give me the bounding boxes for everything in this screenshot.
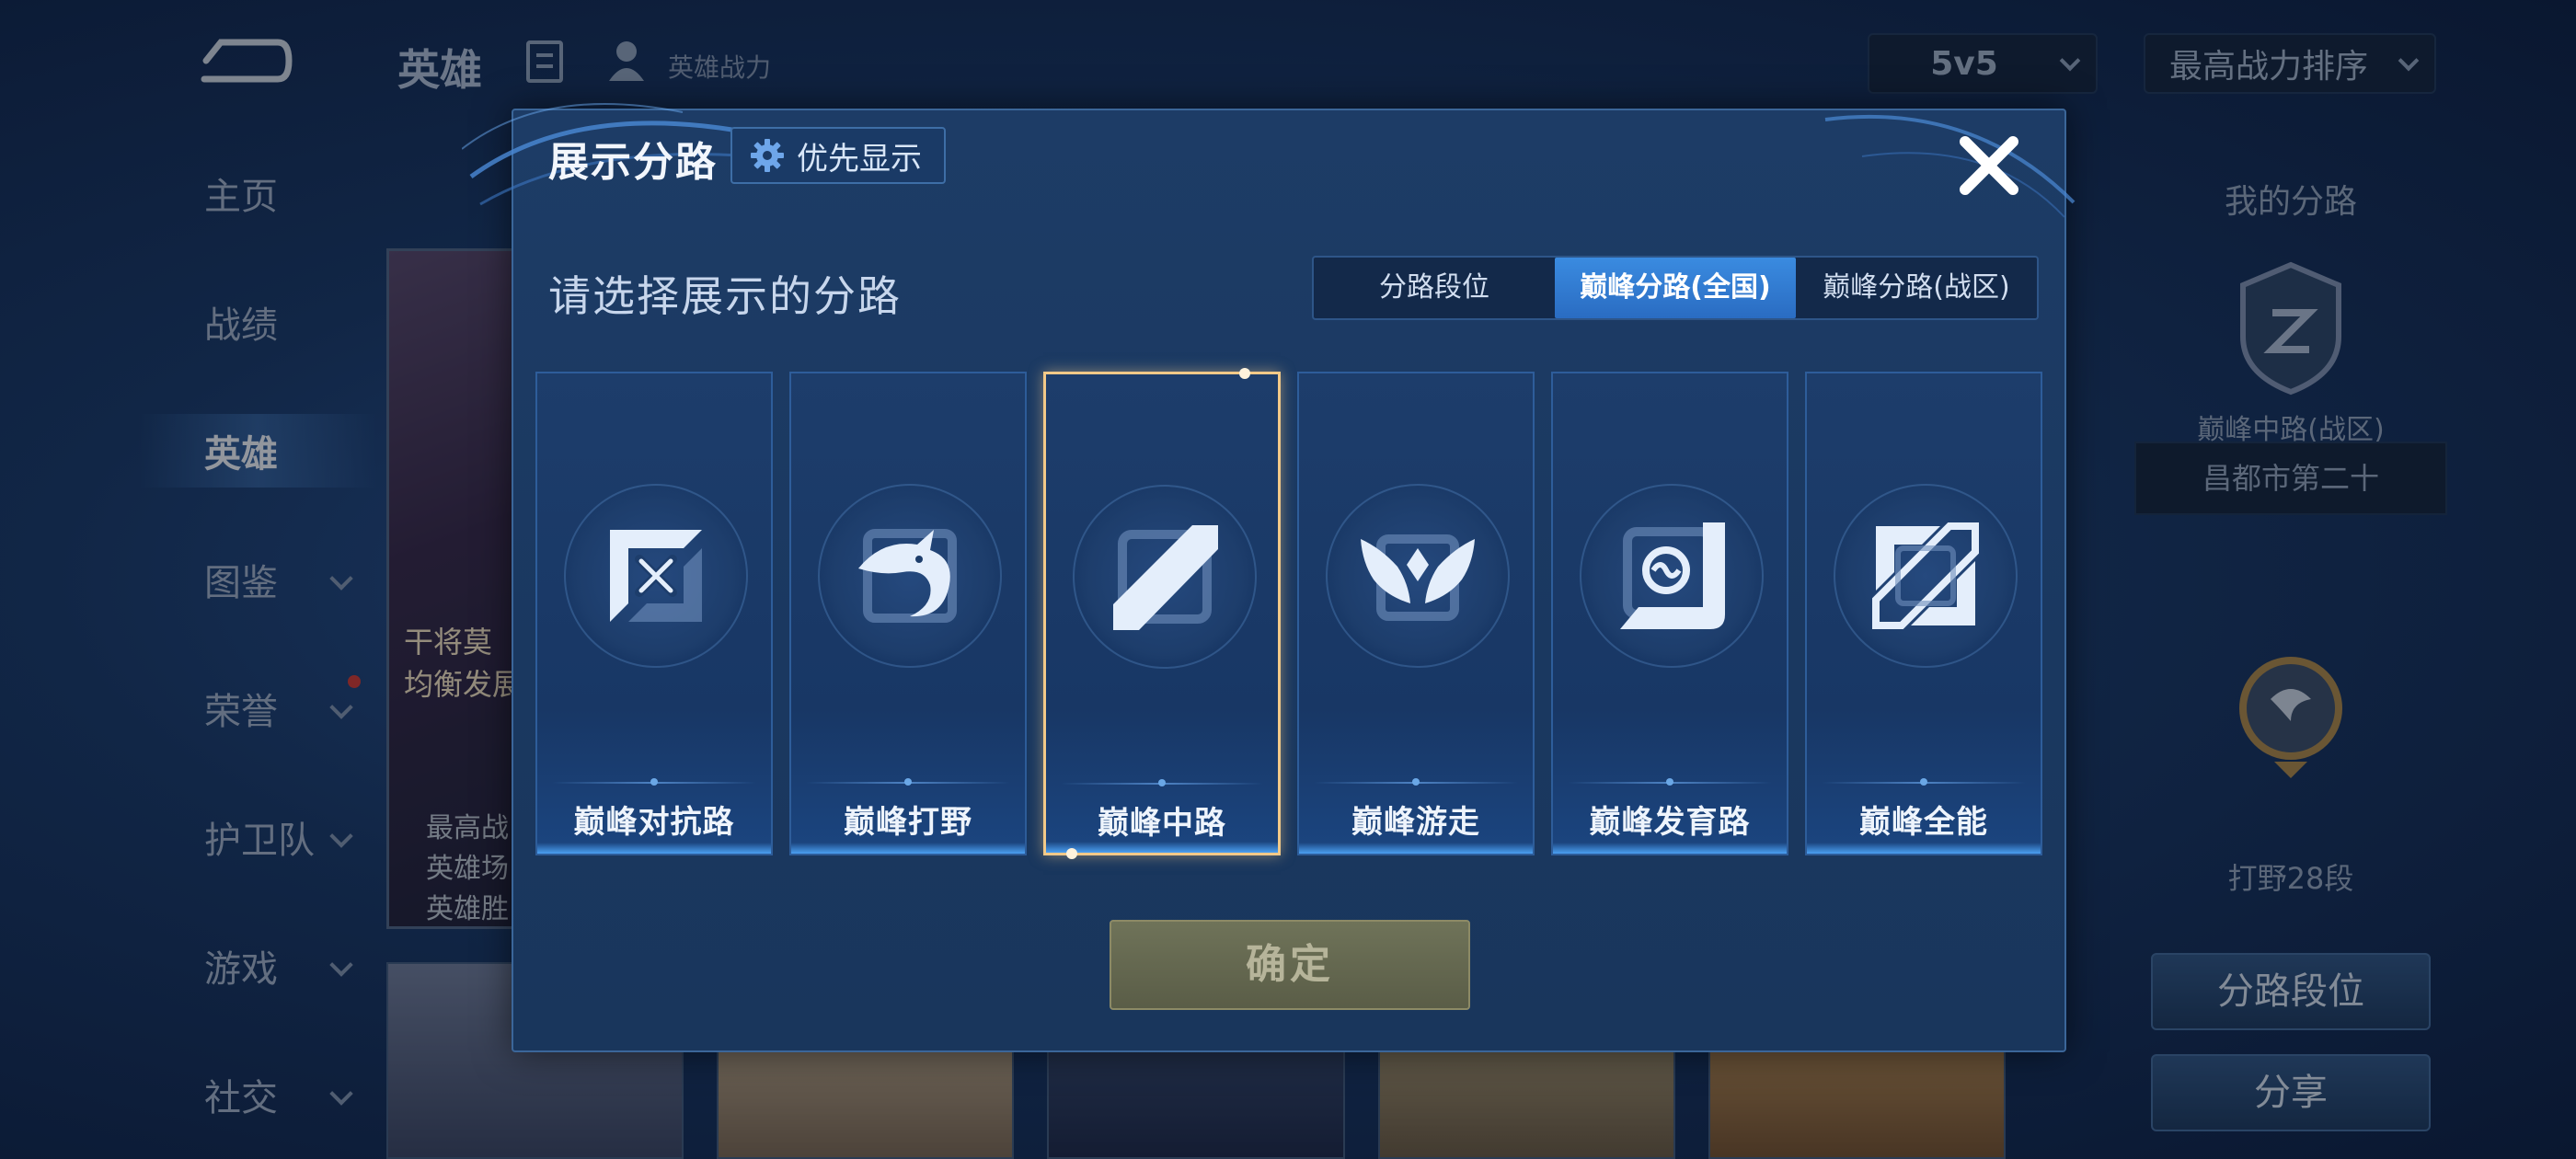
my-lane-region: 昌都市第二十: [2134, 442, 2447, 515]
wings-icon: [1361, 534, 1475, 621]
lane-option-roam[interactable]: 巅峰游走: [1297, 372, 1535, 855]
dragon-icon: [858, 529, 957, 623]
lane-options: 巅峰对抗路 巅峰打野 巅峰中路 巅峰游走 巅峰发育路 巅峰全能: [535, 368, 2044, 859]
chevron-down-icon: [2398, 50, 2420, 72]
chevron-down-icon: [329, 824, 353, 848]
hero-stat: 最高战: [426, 812, 509, 844]
chevron-down-icon: [329, 695, 353, 719]
tab-peak-lane-region[interactable]: 巅峰分路(战区): [1796, 258, 2037, 318]
page-title: 英雄: [397, 45, 482, 95]
chevron-down-icon: [329, 1082, 353, 1106]
sidebar-item-label: 护卫队: [204, 820, 315, 862]
lane-glow: [1553, 843, 1787, 854]
sidebar-item-guard-team[interactable]: 护卫队: [138, 800, 377, 874]
my-lane-panel: 我的分路 巅峰中路(战区) 昌都市第二十 打野28段 分路段位 分享: [2134, 166, 2447, 1159]
hero-tag: 均衡发展: [404, 667, 523, 702]
tab-peak-lane-national[interactable]: 巅峰分路(全国): [1555, 258, 1796, 318]
share-button[interactable]: 分享: [2151, 1054, 2431, 1131]
rank-badge-icon: [2239, 657, 2342, 778]
hero-power-icon[interactable]: [604, 37, 650, 83]
hero-stats: 最高战 英雄场 英雄胜: [426, 809, 509, 930]
notification-dot: [348, 675, 361, 688]
lane-option-top[interactable]: 巅峰对抗路: [535, 372, 773, 855]
lane-option-mid[interactable]: 巅峰中路: [1043, 368, 1281, 859]
sidebar-item-label: 英雄: [204, 433, 278, 476]
dialog-subtitle: 请选择展示的分路: [548, 271, 902, 321]
dialog-title: 展示分路: [548, 139, 718, 186]
selection-corner-dot: [1066, 848, 1077, 859]
divider: [552, 778, 756, 786]
sidebar-item-label: 社交: [204, 1077, 278, 1119]
lane-display-dialog: 展示分路 优先显示 请选择展示的分路 分路段位 巅峰分路(全国) 巅峰分路(战区…: [462, 103, 2076, 1052]
sidebar-item-label: 荣誉: [204, 691, 278, 733]
divider: [1061, 779, 1263, 786]
mid-lane-slash-icon: [1113, 525, 1218, 630]
tab-lane-rank[interactable]: 分路段位: [1314, 258, 1555, 318]
sidebar-item-honor[interactable]: 荣誉: [138, 671, 377, 745]
back-icon[interactable]: [193, 33, 294, 88]
lane-glow: [1046, 842, 1278, 853]
target-icon: [1620, 522, 1725, 629]
lane-glow: [1807, 843, 2041, 854]
lane-rank-button[interactable]: 分路段位: [2151, 953, 2431, 1030]
sort-select-value: 最高战力排序: [2169, 48, 2369, 86]
chevron-down-icon: [329, 567, 353, 591]
divider: [806, 778, 1010, 786]
lane-option-jungle[interactable]: 巅峰打野: [789, 372, 1027, 855]
list-icon[interactable]: [526, 40, 563, 83]
mode-select[interactable]: 5v5: [1868, 33, 2098, 94]
sort-select[interactable]: 最高战力排序: [2144, 33, 2436, 94]
lane-glow: [1299, 843, 1533, 854]
hero-name: 干将莫: [404, 625, 493, 660]
selection-corner-dot: [1239, 368, 1250, 379]
lane-emblem-icon: [2240, 261, 2341, 396]
divider: [1822, 778, 2026, 786]
mode-select-value: 5v5: [1930, 44, 1998, 83]
confirm-button[interactable]: 确定: [1110, 920, 1470, 1010]
sidebar-item-home[interactable]: 主页: [138, 156, 377, 230]
hero-stat: 英雄胜: [426, 893, 509, 925]
gear-icon: [751, 139, 784, 172]
lane-option-label: 巅峰打野: [844, 804, 972, 841]
lane-option-label: 巅峰对抗路: [573, 804, 735, 841]
sidebar-item-label: 战绩: [204, 304, 278, 347]
lane-option-label: 巅峰发育路: [1589, 804, 1751, 841]
priority-display-button[interactable]: 优先显示: [730, 127, 946, 184]
decorative-swoosh-icon: [1824, 114, 2076, 218]
sidebar-item-games[interactable]: 游戏: [138, 929, 377, 1003]
lane-option-farm[interactable]: 巅峰发育路: [1551, 372, 1788, 855]
sidebar-item-social[interactable]: 社交: [138, 1058, 377, 1131]
sidebar-item-label: 主页: [204, 176, 278, 218]
hero-stat: 英雄场: [426, 853, 509, 885]
sidebar-item-records[interactable]: 战绩: [138, 285, 377, 359]
sidebar-item-codex[interactable]: 图鉴: [138, 543, 377, 616]
lane-option-label: 巅峰游走: [1351, 804, 1480, 841]
divider: [1314, 778, 1518, 786]
my-lane-title: 我的分路: [2224, 183, 2357, 221]
lane-option-all-round[interactable]: 巅峰全能: [1805, 372, 2042, 855]
all-round-icon: [1872, 522, 1979, 629]
sidebar-item-heroes[interactable]: 英雄: [138, 414, 377, 488]
lane-scope-tabs: 分路段位 巅峰分路(全国) 巅峰分路(战区): [1312, 256, 2039, 320]
chevron-down-icon: [329, 953, 353, 977]
lane-glow: [537, 843, 771, 854]
hero-power-label[interactable]: 英雄战力: [668, 48, 771, 85]
divider: [1568, 778, 1772, 786]
sidebar-item-label: 游戏: [204, 948, 278, 991]
sword-cross-icon: [610, 530, 702, 622]
chevron-down-icon: [2059, 50, 2081, 72]
lane-option-label: 巅峰全能: [1859, 804, 1988, 841]
lane-option-label: 巅峰中路: [1098, 805, 1226, 842]
close-icon[interactable]: [1952, 129, 2026, 202]
my-lane-rank: 打野28段: [2227, 861, 2354, 896]
lane-glow: [791, 843, 1025, 854]
sidebar-item-label: 图鉴: [204, 562, 278, 604]
priority-display-label: 优先显示: [797, 140, 922, 178]
